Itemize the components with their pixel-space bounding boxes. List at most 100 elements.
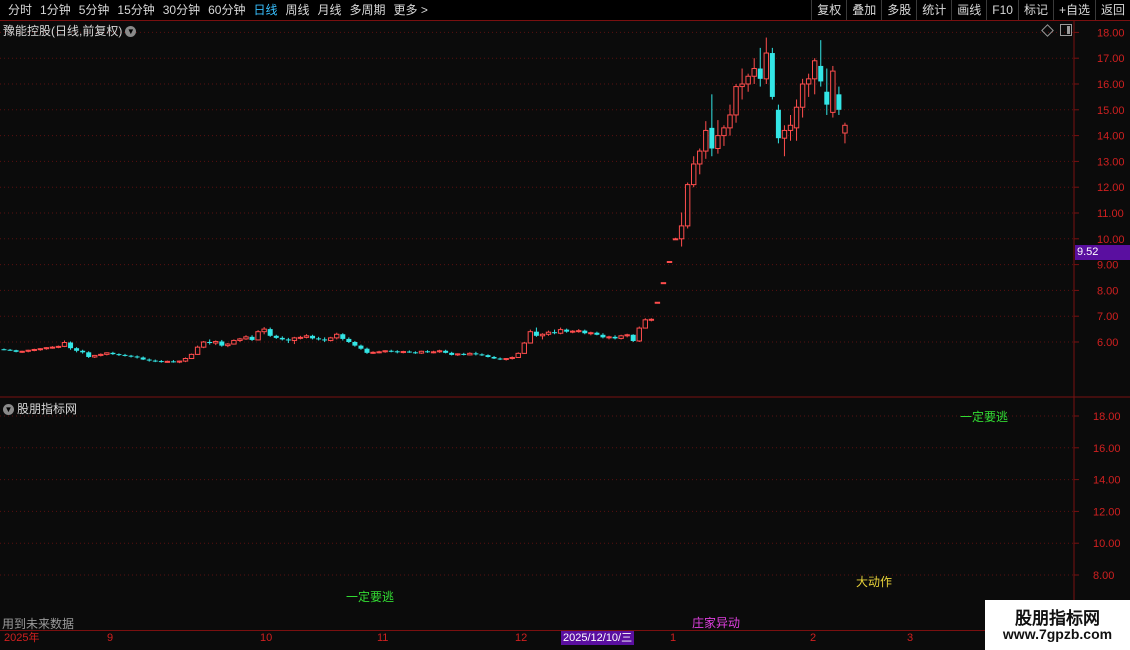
chevron-down-icon[interactable]: ▼ — [125, 26, 137, 38]
sub-axis-label: 18.00 — [1093, 411, 1121, 423]
candle — [636, 326, 642, 342]
candle — [406, 350, 412, 353]
candle — [116, 353, 122, 356]
candle — [497, 357, 503, 361]
candle — [55, 345, 62, 349]
candle — [134, 355, 140, 359]
candle-body — [243, 336, 249, 340]
candle-body — [219, 341, 225, 346]
sub-axis-label: 10.00 — [1093, 538, 1121, 550]
candle — [1, 348, 7, 351]
candle — [660, 282, 667, 285]
sub-chart-title[interactable]: ▼ 股朋指标网 — [3, 400, 77, 417]
panel-toggle-icon[interactable] — [1060, 24, 1072, 36]
candle-body — [291, 337, 298, 341]
tab-1min[interactable]: 1分钟 — [36, 0, 75, 20]
candle — [328, 336, 334, 342]
candle — [576, 329, 582, 333]
candle-body — [818, 65, 824, 82]
mark-button[interactable]: 标记 — [1017, 0, 1053, 20]
tab-30min[interactable]: 30分钟 — [159, 0, 204, 20]
candle — [624, 333, 630, 338]
candle-body — [164, 360, 171, 363]
tab-5min[interactable]: 5分钟 — [75, 0, 114, 20]
candle — [751, 58, 757, 84]
tab-multi-period[interactable]: 多周期 — [346, 0, 390, 20]
candle — [836, 86, 842, 115]
candle — [297, 335, 304, 340]
candle — [654, 301, 661, 304]
price-axis-label: 13.00 — [1097, 156, 1125, 168]
tab-15min[interactable]: 15分钟 — [113, 0, 158, 20]
candle — [31, 348, 37, 352]
price-axis-label: 11.00 — [1097, 208, 1124, 220]
back-button[interactable]: 返回 — [1094, 0, 1130, 20]
candle-body — [830, 70, 836, 113]
candle — [291, 336, 298, 345]
candle — [824, 68, 830, 115]
candle — [25, 349, 31, 353]
candle-body — [684, 184, 691, 227]
candle — [74, 347, 80, 353]
candle-body — [43, 347, 50, 350]
multi-stock-button[interactable]: 多股 — [881, 0, 916, 20]
signal-label: 一定要逃 — [960, 409, 1008, 424]
date-label-3: 3 — [907, 632, 914, 644]
candle-body — [648, 318, 655, 321]
candle-body — [412, 352, 418, 354]
candle-body — [533, 331, 539, 336]
candle-body — [340, 334, 346, 339]
candle-body — [576, 330, 582, 333]
candle — [322, 337, 328, 342]
candle — [461, 352, 467, 356]
main-chart-title[interactable]: 豫能控股(日线,前复权) ▼ — [3, 22, 137, 39]
price-axis-label: 17.00 — [1097, 53, 1125, 65]
candle — [285, 337, 291, 344]
tab-60min[interactable]: 60分钟 — [204, 0, 249, 20]
tab-weekly[interactable]: 周线 — [281, 0, 313, 20]
period-tabs: 分时 1分钟 5分钟 15分钟 30分钟 60分钟 日线 周线 月线 多周期 更… — [4, 0, 432, 20]
tab-fenshi[interactable]: 分时 — [4, 0, 36, 20]
candle — [170, 360, 176, 363]
candle — [219, 339, 225, 347]
candle — [666, 261, 673, 264]
candle-body — [213, 340, 219, 344]
candle-body — [352, 342, 358, 346]
candle — [539, 333, 546, 340]
candle — [436, 349, 443, 353]
tab-monthly[interactable]: 月线 — [314, 0, 346, 20]
candle-body — [13, 350, 19, 352]
candle-body — [310, 335, 316, 339]
candle-body — [285, 339, 291, 341]
candle-body — [449, 352, 455, 355]
candle — [830, 65, 836, 118]
tab-more[interactable]: 更多 > — [390, 0, 432, 20]
restore-rights-button[interactable]: 复权 — [811, 0, 846, 20]
kline-chart[interactable]: 18.0017.0016.0015.0014.0013.0012.0011.00… — [0, 0, 1130, 650]
candle-body — [606, 336, 612, 339]
candle — [80, 349, 86, 354]
candle — [739, 68, 745, 100]
tab-daily[interactable]: 日线 — [249, 0, 281, 20]
statistics-button[interactable]: 统计 — [916, 0, 951, 20]
candle-body — [691, 163, 697, 186]
candle-body — [781, 129, 788, 139]
add-watchlist-button[interactable]: +自选 — [1052, 0, 1095, 20]
draw-line-button[interactable]: 画线 — [951, 0, 986, 20]
candle — [370, 351, 376, 354]
f10-button[interactable]: F10 — [986, 0, 1018, 20]
candle-body — [279, 337, 285, 340]
candle-body — [564, 329, 570, 332]
candle-body — [80, 350, 86, 353]
overlay-button[interactable]: 叠加 — [846, 0, 881, 20]
candle-body — [515, 352, 521, 358]
candle-body — [255, 331, 261, 341]
candle — [812, 58, 818, 95]
candle — [588, 331, 594, 336]
candle — [358, 344, 364, 350]
candle-body — [7, 349, 13, 351]
candle-body — [545, 331, 552, 335]
sub-axis-label: 16.00 — [1093, 443, 1121, 455]
chevron-down-icon[interactable]: ▼ — [3, 404, 14, 416]
watermark: 股朋指标网 www.7gpzb.com — [985, 600, 1130, 650]
